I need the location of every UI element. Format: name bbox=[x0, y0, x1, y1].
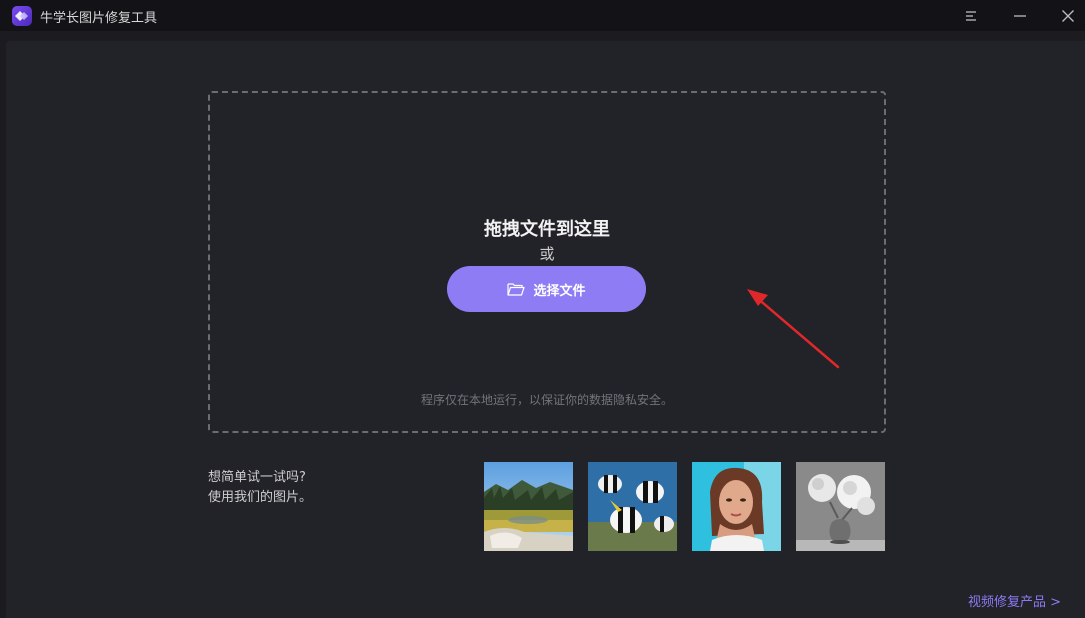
minimize-icon bbox=[1014, 14, 1026, 17]
or-text: 或 bbox=[539, 245, 555, 263]
sample-image-landscape[interactable] bbox=[484, 462, 573, 551]
sample-prompt-line2: 使用我们的图片。 bbox=[208, 490, 313, 505]
choose-file-button[interactable]: 选择文件 bbox=[447, 266, 646, 312]
choose-file-label: 选择文件 bbox=[533, 283, 586, 299]
video-repair-link[interactable]: 视频修复产品 > bbox=[968, 591, 1061, 610]
menu-button[interactable] bbox=[948, 0, 994, 31]
sample-prompt-line1: 想简单试一试吗? bbox=[208, 470, 306, 485]
title-bar: 牛学长图片修复工具 bbox=[0, 0, 1085, 31]
menu-icon bbox=[966, 10, 976, 21]
app-logo-icon bbox=[12, 6, 32, 26]
privacy-note: 程序仅在本地运行，以保证你的数据隐私安全。 bbox=[420, 393, 673, 407]
drop-zone[interactable]: 拖拽文件到这里 或 选择文件 程序仅在本地运行，以保证你的数据隐私安全。 bbox=[208, 91, 886, 433]
folder-icon bbox=[507, 283, 526, 296]
sample-image-flowers[interactable] bbox=[796, 462, 885, 551]
sample-image-portrait[interactable] bbox=[692, 462, 781, 551]
close-button[interactable] bbox=[1045, 0, 1085, 31]
sample-prompt: 想简单试一试吗? 使用我们的图片。 bbox=[208, 468, 312, 508]
app-title: 牛学长图片修复工具 bbox=[40, 11, 158, 26]
sample-image-fish[interactable] bbox=[588, 462, 677, 551]
main-panel: 拖拽文件到这里 或 选择文件 程序仅在本地运行，以保证你的数据隐私安全。 想简单… bbox=[6, 41, 1085, 618]
drop-title: 拖拽文件到这里 bbox=[484, 219, 610, 240]
minimize-button[interactable] bbox=[997, 0, 1043, 31]
close-icon bbox=[1062, 9, 1074, 22]
